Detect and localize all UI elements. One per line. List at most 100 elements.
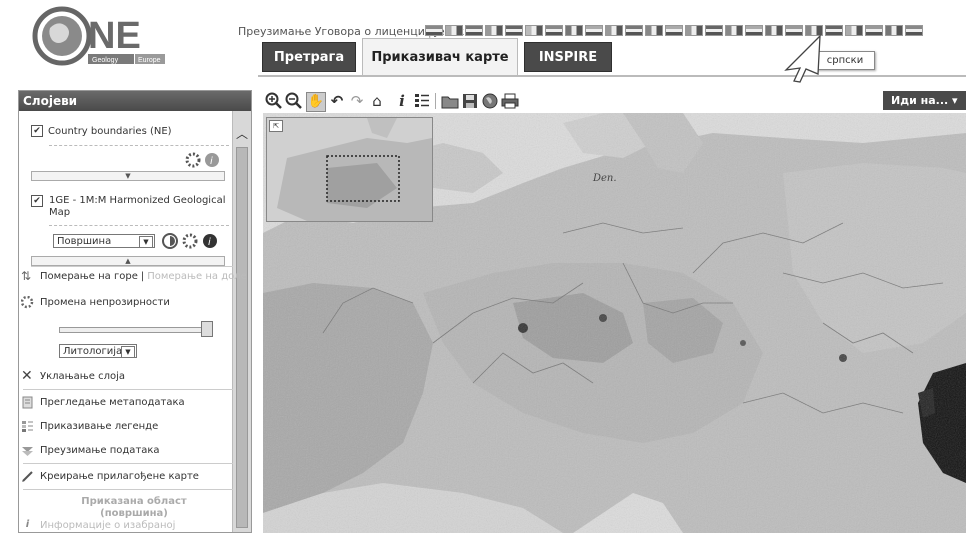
- move-up-link[interactable]: Померање на горе: [40, 271, 138, 282]
- language-flag-icon[interactable]: [445, 25, 463, 36]
- scroll-up-icon[interactable]: ︿: [236, 125, 248, 142]
- save-icon[interactable]: [461, 92, 479, 110]
- divider: [31, 266, 233, 267]
- move-layer-item[interactable]: ⇅ Померање на горе | Померање на доле: [21, 270, 247, 283]
- view-metadata-item[interactable]: Прегледање метаподатака: [21, 396, 185, 409]
- redo-icon[interactable]: ↷: [348, 92, 366, 110]
- remove-layer-label: Уклањање слоја: [40, 371, 125, 382]
- collapse-bar[interactable]: ▼: [31, 171, 225, 181]
- move-down-link[interactable]: Померање на доле: [147, 271, 247, 282]
- goto-dropdown[interactable]: Иди на... ▾: [883, 91, 966, 110]
- overview-toggle-icon[interactable]: ⇱: [269, 120, 283, 132]
- opacity-icon: [20, 295, 34, 309]
- language-flag-icon[interactable]: [545, 25, 563, 36]
- layer-geological-map[interactable]: ✔: [31, 195, 48, 207]
- overview-map[interactable]: ⇱: [266, 117, 433, 222]
- layers-panel: Слојеви ︿ ✔ Country boundaries (NE) i ▼ ✔…: [18, 90, 252, 533]
- layers-panel-title: Слојеви: [19, 91, 251, 111]
- loading-icon[interactable]: [185, 152, 202, 169]
- svg-text:i: i: [208, 237, 211, 248]
- tab-underline: [258, 75, 966, 77]
- chevron-down-icon: ▼: [121, 346, 135, 358]
- language-flag-icon[interactable]: [885, 25, 903, 36]
- language-flags: [425, 25, 923, 37]
- layer-checkbox[interactable]: ✔: [31, 195, 43, 207]
- language-flag-icon[interactable]: [565, 25, 583, 36]
- opacity-item: Промена непрозирности: [20, 295, 170, 309]
- loading-icon[interactable]: [182, 233, 199, 250]
- language-flag-icon[interactable]: [725, 25, 743, 36]
- info-icon[interactable]: i: [393, 92, 411, 110]
- home-icon[interactable]: ⌂: [368, 92, 386, 110]
- selected-info-label: Информације о изабраној: [40, 520, 176, 531]
- layer-label: 1GE - 1M:M Harmonized Geological Map: [49, 195, 226, 218]
- language-flag-icon[interactable]: [585, 25, 603, 36]
- info-icon[interactable]: i: [202, 233, 219, 250]
- zoom-in-icon[interactable]: [265, 92, 283, 110]
- custom-map-label: Креирање прилагођене карте: [40, 471, 199, 482]
- language-flag-icon[interactable]: [605, 25, 623, 36]
- language-flag-icon[interactable]: [525, 25, 543, 36]
- one-geology-logo: NE Geology Europe: [32, 6, 172, 68]
- language-flag-icon[interactable]: [485, 25, 503, 36]
- svg-text:Geology: Geology: [92, 57, 119, 64]
- layer-country-boundaries[interactable]: ✔ Country boundaries (NE): [31, 125, 172, 137]
- toolbar-separator: [435, 93, 436, 109]
- pencil-icon: [21, 470, 34, 483]
- divider: [23, 389, 233, 390]
- show-legend-label: Приказивање легенде: [40, 421, 159, 432]
- language-flag-icon[interactable]: [625, 25, 643, 36]
- style-select[interactable]: Површина ▼: [53, 234, 155, 248]
- tab-inspire[interactable]: INSPIRE: [524, 42, 612, 72]
- mouse-cursor-icon: [784, 34, 821, 83]
- opacity-slider-handle[interactable]: [201, 321, 213, 337]
- download-data-item[interactable]: Преузимање података: [21, 444, 160, 457]
- zoom-out-icon[interactable]: [285, 92, 303, 110]
- language-flag-icon[interactable]: [505, 25, 523, 36]
- pan-icon[interactable]: ✋: [306, 92, 326, 112]
- chevron-down-icon: ▼: [139, 236, 153, 248]
- theme-select[interactable]: Литологија ▼: [59, 344, 137, 358]
- map-place-label: Den.: [592, 173, 617, 184]
- move-arrows-icon: ⇅: [21, 269, 32, 283]
- language-flag-icon[interactable]: [685, 25, 703, 36]
- selected-info-item[interactable]: i Информације о изабраној: [21, 519, 176, 532]
- svg-text:NE: NE: [88, 15, 141, 57]
- scrollbar-thumb[interactable]: [236, 147, 248, 528]
- svg-text:i: i: [210, 156, 213, 167]
- undo-icon[interactable]: ↶: [328, 92, 346, 110]
- license-link[interactable]: Преузимање Уговора о лиценци: [238, 25, 425, 38]
- language-flag-icon[interactable]: [645, 25, 663, 36]
- language-flag-icon[interactable]: [905, 25, 923, 36]
- tab-map-viewer[interactable]: Приказивач карте: [362, 38, 518, 76]
- divider: [23, 489, 233, 490]
- custom-map-item[interactable]: Креирање прилагођене карте: [21, 470, 199, 483]
- document-icon: [21, 396, 34, 409]
- layers-scrollbar[interactable]: ︿: [232, 111, 251, 532]
- info-icon: i: [25, 519, 30, 530]
- language-flag-icon[interactable]: [665, 25, 683, 36]
- tab-search[interactable]: Претрага: [262, 42, 356, 72]
- expand-bar[interactable]: ▲: [31, 256, 225, 266]
- show-legend-item[interactable]: Приказивање легенде: [21, 420, 158, 433]
- language-flag-icon[interactable]: [705, 25, 723, 36]
- language-flag-icon[interactable]: [425, 25, 443, 36]
- divider: [49, 145, 229, 146]
- print-icon[interactable]: [501, 92, 519, 110]
- info-icon[interactable]: i: [204, 152, 221, 169]
- divider: [49, 225, 229, 226]
- globe-icon[interactable]: [481, 92, 499, 110]
- opacity-slider[interactable]: [59, 327, 213, 333]
- remove-layer-item[interactable]: ✕ Уклањање слоја: [21, 369, 125, 383]
- style-icon[interactable]: [162, 233, 179, 250]
- language-flag-icon[interactable]: [845, 25, 863, 36]
- language-flag-icon[interactable]: [865, 25, 883, 36]
- folder-icon[interactable]: [441, 92, 459, 110]
- language-flag-icon[interactable]: [465, 25, 483, 36]
- layer-checkbox[interactable]: ✔: [31, 125, 43, 137]
- layer-label: Country boundaries (NE): [48, 126, 172, 137]
- download-data-label: Преузимање података: [40, 445, 160, 456]
- language-flag-icon[interactable]: [745, 25, 763, 36]
- legend-icon[interactable]: [413, 92, 431, 110]
- displayed-area-heading: Приказана област (површина): [81, 496, 187, 519]
